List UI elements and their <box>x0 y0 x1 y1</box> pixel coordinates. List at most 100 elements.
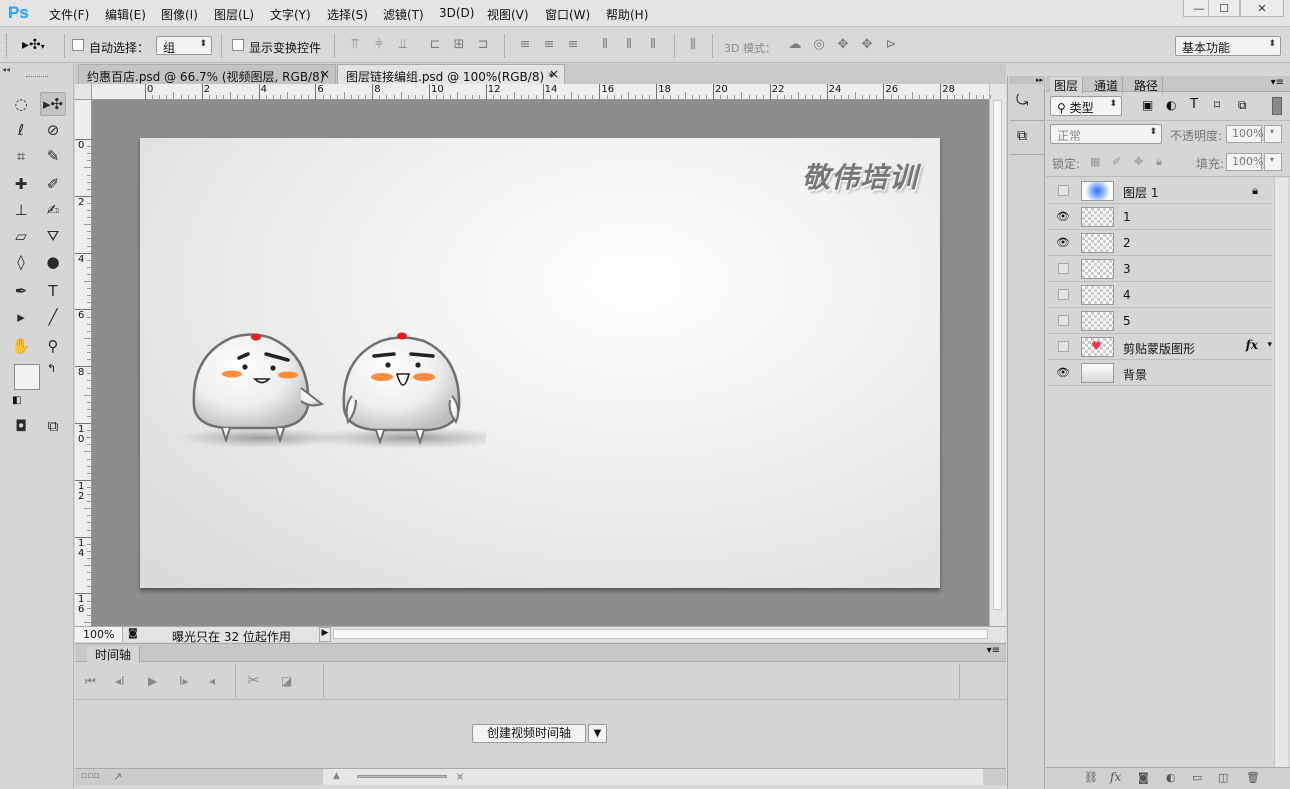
lock-transparent-icon[interactable]: ▦ <box>1090 155 1100 168</box>
render-video-icon[interactable]: ↗ <box>113 770 122 783</box>
split-scissors-icon[interactable]: ✂ <box>247 671 260 689</box>
lock-position-icon[interactable]: ✥ <box>1134 155 1143 168</box>
status-arrow-icon[interactable]: ▶ <box>319 627 331 642</box>
quick-mask-icon[interactable]: ◘ <box>8 414 34 438</box>
zoom-out-icon[interactable]: ▲ <box>333 771 340 781</box>
menu-3d[interactable]: 3D(D) <box>439 6 474 20</box>
clone-stamp-tool-icon[interactable]: ⊥ <box>8 198 34 222</box>
maximize-button[interactable]: ☐ <box>1208 0 1240 17</box>
new-group-icon[interactable]: ▭ <box>1192 771 1202 784</box>
create-video-timeline-button[interactable]: 创建视频时间轴 <box>472 724 586 743</box>
layer-row[interactable]: ♥ 剪贴蒙版图形 fx ▾ <box>1048 334 1272 360</box>
3d-scale-icon[interactable]: ⊳ <box>882 37 900 53</box>
3d-slide-icon[interactable]: ✥ <box>858 37 876 53</box>
layer-row[interactable]: 👁︎ 背景 <box>1048 360 1272 386</box>
menu-layer[interactable]: 图层(L) <box>214 6 254 23</box>
marquee-tool-icon[interactable]: ◌ <box>8 92 34 116</box>
menu-edit[interactable]: 编辑(E) <box>105 6 146 23</box>
move-tool-icon[interactable]: ▸✣ <box>40 92 66 116</box>
filter-shape-icon[interactable]: ⌑ <box>1214 98 1220 112</box>
timeline-options-dropdown[interactable]: ▼ <box>588 724 607 743</box>
align-right-icon[interactable]: ⊐ <box>474 37 492 53</box>
brush-tool-icon[interactable]: ✐ <box>40 172 66 196</box>
distribute-vcenter-icon[interactable]: ≡ <box>540 37 558 53</box>
eye-icon[interactable]: 👁︎ <box>1056 367 1070 379</box>
eyedropper-tool-icon[interactable]: ✎ <box>40 144 66 168</box>
distribute-left-icon[interactable]: ⦀ <box>596 37 614 53</box>
path-selection-tool-icon[interactable]: ▸ <box>8 305 34 329</box>
lasso-tool-icon[interactable]: ℓ <box>8 118 34 142</box>
3d-roll-icon[interactable]: ◎ <box>810 37 828 53</box>
fill-slider-toggle[interactable]: ▾ <box>1264 153 1282 171</box>
new-layer-icon[interactable]: ◫ <box>1218 771 1228 784</box>
expand-panels-icon[interactable]: ▸▸ <box>1009 76 1045 84</box>
menu-view[interactable]: 视图(V) <box>487 6 529 23</box>
opacity-slider-toggle[interactable]: ▾ <box>1264 125 1282 143</box>
type-tool-icon[interactable]: T <box>40 279 66 303</box>
menu-type[interactable]: 文字(Y) <box>270 6 311 23</box>
blur-tool-icon[interactable]: ◊ <box>8 250 34 274</box>
dodge-tool-icon[interactable]: ● <box>40 250 66 274</box>
visibility-toggle[interactable] <box>1058 263 1069 274</box>
close-tab-icon[interactable]: × <box>549 67 559 81</box>
align-left-icon[interactable]: ⊏ <box>426 37 444 53</box>
move-tool-preset-icon[interactable]: ▸✣▾ <box>22 37 45 53</box>
tab-paths[interactable]: 路径 <box>1130 77 1164 94</box>
menu-help[interactable]: 帮助(H) <box>606 6 648 23</box>
3d-rotate-icon[interactable]: ☁ <box>786 37 804 53</box>
quick-select-tool-icon[interactable]: ⊘ <box>40 118 66 142</box>
menu-select[interactable]: 选择(S) <box>327 6 368 23</box>
filter-smart-object-icon[interactable]: ⧉ <box>1238 98 1247 113</box>
panel-menu-icon[interactable]: ▾≡ <box>987 645 1000 656</box>
transition-icon[interactable]: ◪ <box>281 674 292 688</box>
distribute-right-icon[interactable]: ⦀ <box>644 37 662 53</box>
screen-mode-icon[interactable]: ⧉ <box>40 414 66 438</box>
workspace-switcher[interactable]: 基本功能 ⬍ <box>1175 36 1281 56</box>
filter-adjustment-icon[interactable]: ◐ <box>1166 98 1176 112</box>
distribute-bottom-icon[interactable]: ≡ <box>564 37 582 53</box>
panel-menu-icon[interactable]: ▾≡ <box>1271 77 1284 88</box>
layer-name[interactable]: 背景 <box>1123 366 1147 383</box>
eye-icon[interactable]: 👁︎ <box>1056 211 1070 223</box>
pen-tool-icon[interactable]: ✒ <box>8 279 34 303</box>
vertical-scrollbar[interactable] <box>989 84 1006 626</box>
align-hcenter-icon[interactable]: ⊞ <box>450 37 468 53</box>
ruler-origin[interactable] <box>75 84 92 100</box>
filter-type-icon[interactable]: T <box>1190 97 1198 112</box>
layer-name[interactable]: 1 <box>1123 210 1131 224</box>
blend-mode-dropdown[interactable]: 正常 ⬍ <box>1050 124 1162 144</box>
swap-colors-icon[interactable]: ↰ <box>47 362 56 375</box>
visibility-toggle[interactable] <box>1058 315 1069 326</box>
tab-channels[interactable]: 通道 <box>1090 77 1124 94</box>
layer-name[interactable]: 图层 1 <box>1123 184 1158 201</box>
add-mask-icon[interactable]: ◙ <box>1138 771 1149 784</box>
auto-align-icon[interactable]: ⫼ <box>684 37 702 53</box>
align-vcenter-icon[interactable]: ⫩ <box>370 37 388 53</box>
eraser-tool-icon[interactable]: ▱ <box>8 224 34 248</box>
eye-icon[interactable]: 👁︎ <box>1056 237 1070 249</box>
menu-image[interactable]: 图像(I) <box>161 6 198 23</box>
auto-select-checkbox[interactable] <box>72 39 84 51</box>
layer-row[interactable]: 4 <box>1048 282 1272 308</box>
align-top-icon[interactable]: ⫪ <box>346 37 364 53</box>
align-bottom-icon[interactable]: ⫫ <box>394 37 412 53</box>
zoom-tool-icon[interactable]: ⚲ <box>40 334 66 358</box>
expand-effects-icon[interactable]: ▾ <box>1267 340 1272 350</box>
properties-panel-icon[interactable]: ⧉ <box>1017 128 1027 144</box>
layer-name[interactable]: 剪贴蒙版图形 <box>1123 340 1195 357</box>
horizontal-scrollbar[interactable] <box>333 629 988 639</box>
close-window-button[interactable]: ✕ <box>1240 0 1284 17</box>
visibility-toggle[interactable] <box>1058 341 1069 352</box>
tab-layers[interactable]: 图层 <box>1050 77 1084 94</box>
add-layer-style-icon[interactable]: fx <box>1110 770 1121 784</box>
menu-filter[interactable]: 滤镜(T) <box>383 6 424 23</box>
history-panel-icon[interactable]: ⤿ <box>1016 91 1029 109</box>
layer-row[interactable]: 图层 1 🔒︎ <box>1048 178 1272 204</box>
distribute-top-icon[interactable]: ≡ <box>516 37 534 53</box>
frame-mode-icon[interactable]: ▫▫▫ <box>81 771 99 781</box>
lock-all-icon[interactable]: 🔒︎ <box>1156 155 1162 169</box>
close-tab-icon[interactable]: × <box>320 67 330 81</box>
fill-field[interactable]: 100% <box>1226 153 1263 171</box>
link-layers-icon[interactable]: ⛓ <box>1084 771 1098 784</box>
opacity-field[interactable]: 100% <box>1226 125 1263 143</box>
